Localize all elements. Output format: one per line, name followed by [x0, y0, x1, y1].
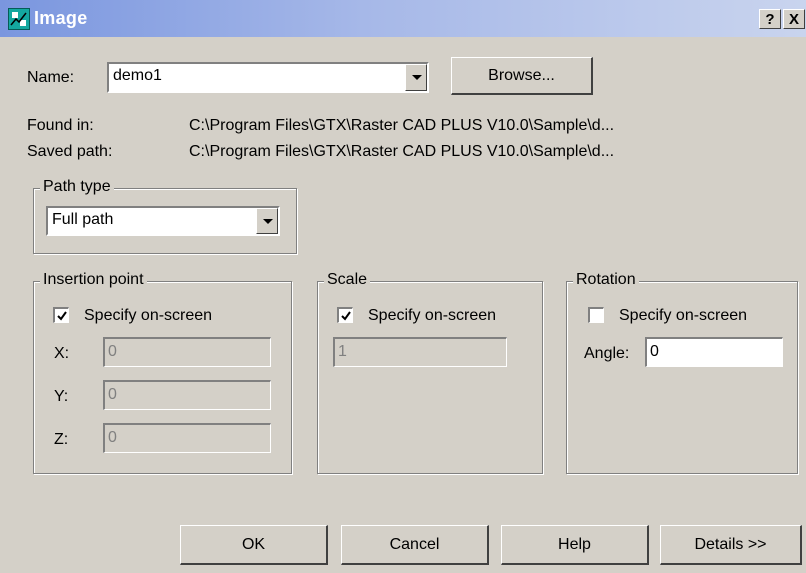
insertion-specify-label: Specify on-screen [84, 307, 213, 324]
rotation-specify-label: Specify on-screen [619, 307, 748, 324]
y-value: 0 [108, 386, 117, 403]
help-icon[interactable]: ? [759, 9, 781, 29]
scale-specify-label: Specify on-screen [368, 307, 497, 324]
path-type-select[interactable]: Full path [46, 206, 280, 236]
scale-value: 1 [338, 343, 347, 360]
angle-label: Angle: [584, 345, 630, 362]
details-button[interactable]: Details >> [660, 525, 802, 565]
scale-title: Scale [324, 271, 371, 289]
x-label: X: [54, 345, 70, 362]
found-in-value: C:\Program Files\GTX\Raster CAD PLUS V10… [189, 117, 615, 134]
path-type-title: Path type [40, 178, 114, 196]
checkmark-icon [341, 311, 351, 321]
image-app-icon [8, 8, 30, 30]
rotation-specify-checkbox[interactable] [588, 307, 604, 323]
ok-button[interactable]: OK [180, 525, 328, 565]
saved-path-label: Saved path: [27, 143, 113, 160]
angle-field[interactable]: 0 [645, 337, 783, 367]
window-title: Image [34, 8, 88, 28]
z-field[interactable]: 0 [103, 423, 271, 453]
close-icon[interactable]: X [783, 9, 805, 29]
angle-value: 0 [650, 343, 659, 360]
insertion-point-group: Insertion point Specify on-screen X: 0 Y… [33, 271, 292, 474]
scale-group: Scale Specify on-screen 1 [317, 271, 543, 474]
dropdown-arrow-icon[interactable] [405, 64, 427, 91]
rotation-group: Rotation Specify on-screen Angle: 0 [566, 271, 798, 474]
title-bar: Image ? X [0, 0, 806, 37]
checkmark-icon [57, 311, 67, 321]
saved-path-value: C:\Program Files\GTX\Raster CAD PLUS V10… [189, 143, 615, 160]
cancel-button[interactable]: Cancel [341, 525, 489, 565]
name-combobox[interactable]: demo1 [107, 62, 429, 93]
dropdown-arrow-icon[interactable] [256, 208, 278, 234]
path-type-value: Full path [52, 211, 114, 228]
z-value: 0 [108, 429, 117, 446]
found-in-label: Found in: [27, 117, 94, 134]
insertion-specify-checkbox[interactable] [53, 307, 69, 323]
scale-specify-checkbox[interactable] [337, 307, 353, 323]
rotation-title: Rotation [573, 271, 639, 289]
y-field[interactable]: 0 [103, 380, 271, 410]
scale-field[interactable]: 1 [333, 337, 507, 367]
x-value: 0 [108, 343, 117, 360]
name-value: demo1 [113, 67, 162, 84]
z-label: Z: [54, 431, 69, 448]
insertion-point-title: Insertion point [40, 271, 147, 289]
name-label: Name: [27, 69, 75, 86]
x-field[interactable]: 0 [103, 337, 271, 367]
browse-button[interactable]: Browse... [451, 57, 593, 95]
help-button[interactable]: Help [501, 525, 649, 565]
path-type-group: Path type Full path [33, 178, 297, 254]
y-label: Y: [54, 388, 69, 405]
